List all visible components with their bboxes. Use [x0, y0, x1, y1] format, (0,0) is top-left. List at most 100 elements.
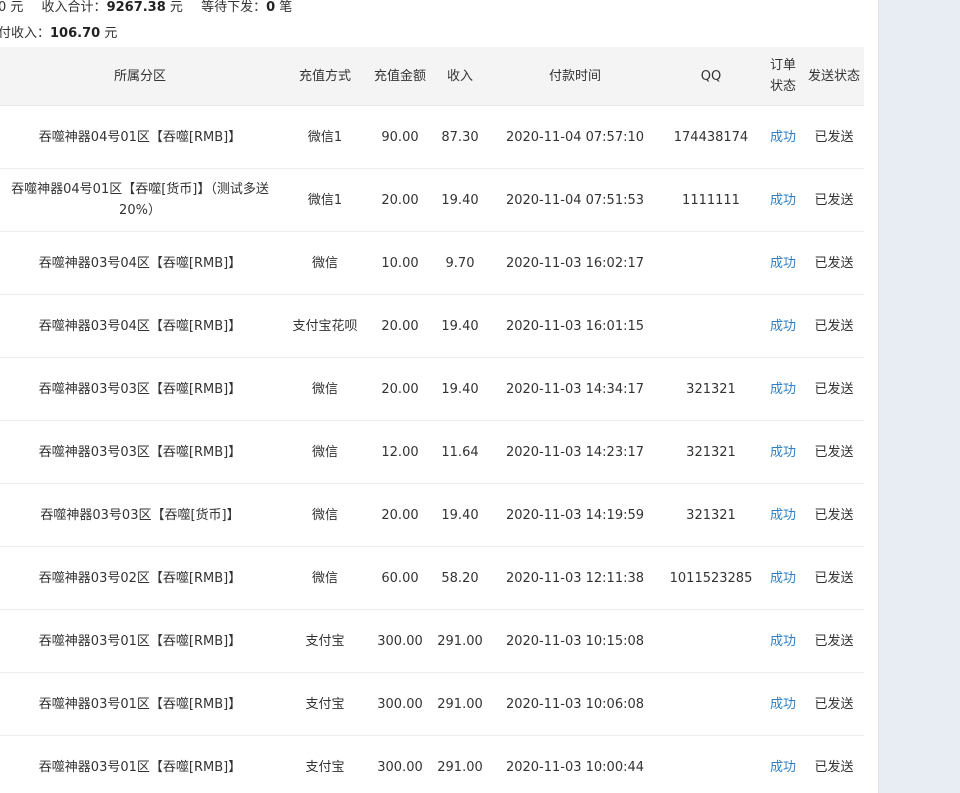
income-total-unit: 元 — [169, 0, 183, 15]
header-time: 付款时间 — [548, 68, 601, 84]
table-row: 吞噬神器03号01区【吞噬[RMB]】 支付宝 300.00 291.00 2020-1… — [0, 610, 864, 673]
header-order-status: 订单状态 — [769, 58, 796, 94]
income-total-label: 收入合计： — [41, 0, 107, 15]
method-cell: 微信1 — [307, 192, 343, 208]
time-cell: 2020-11-04 07:51:53 — [505, 192, 645, 208]
table-row: 吞噬神器03号02区【吞噬[RMB]】 微信 60.00 58.20 2020-11-0… — [0, 547, 864, 610]
income-cell: 19.40 — [441, 318, 479, 334]
order-status-link[interactable]: 成功 — [762, 757, 804, 778]
zone-cell: 吞噬神器03号04区【吞噬[RMB]】 — [38, 255, 242, 271]
table-row: 吞噬神器03号01区【吞噬[RMB]】 支付宝 300.00 291.00 2020-1… — [0, 736, 864, 793]
amount-cell: 20.00 — [381, 318, 419, 334]
header-amount: 充值金额 — [373, 68, 426, 84]
summary-line2-value: 106.70 — [50, 26, 101, 41]
order-status-link[interactable]: 成功 — [762, 127, 804, 148]
qq-cell: 321321 — [686, 381, 736, 397]
table-body: 吞噬神器04号01区【吞噬[RMB]】 微信1 90.00 87.30 2020-11-… — [0, 106, 864, 793]
time-cell: 2020-11-04 07:57:10 — [505, 129, 645, 145]
time-cell: 2020-11-03 14:23:17 — [505, 444, 645, 460]
income-cell: 11.64 — [441, 444, 479, 460]
header-send-status: 发送状态 — [807, 68, 860, 84]
send-status-cell: 已发送 — [814, 318, 854, 334]
summary-line-1: 0 元 收入合计：9267.38 元 等待下发：0 笔 — [0, 0, 292, 18]
right-scroll-panel — [878, 0, 960, 793]
method-cell: 微信 — [311, 444, 338, 460]
method-cell: 支付宝 — [305, 696, 345, 712]
order-status-link[interactable]: 成功 — [762, 190, 804, 211]
method-cell: 微信1 — [307, 129, 343, 145]
time-cell: 2020-11-03 16:02:17 — [505, 255, 645, 271]
summary-line-2: 付收入：106.70 元 — [0, 26, 117, 44]
income-total-value: 9267.38 — [106, 0, 166, 15]
zone-cell: 吞噬神器04号01区【吞噬[货币]】（测试多送20%） — [11, 182, 269, 218]
send-status-cell: 已发送 — [814, 192, 854, 208]
send-status-cell: 已发送 — [814, 381, 854, 397]
method-cell: 支付宝花呗 — [292, 318, 358, 334]
method-cell: 微信 — [311, 570, 338, 586]
table-row: 吞噬神器03号04区【吞噬[RMB]】 微信 10.00 9.70 2020-11-03… — [0, 232, 864, 295]
zone-cell: 吞噬神器03号01区【吞噬[RMB]】 — [38, 696, 242, 712]
income-cell: 58.20 — [441, 570, 479, 586]
order-status-link[interactable]: 成功 — [762, 442, 804, 463]
summary-lead: 0 元 — [0, 0, 24, 15]
summary-line2-unit: 元 — [104, 26, 118, 41]
amount-cell: 300.00 — [377, 696, 423, 712]
qq-cell: 1111111 — [682, 192, 740, 208]
amount-cell: 90.00 — [381, 129, 419, 145]
summary-line2-label: 付收入： — [0, 26, 51, 41]
amount-cell: 10.00 — [381, 255, 419, 271]
table-header: 所属分区 充值方式 充值金额 收入 付款时间 QQ 订单状态 发送状态 — [0, 47, 864, 106]
amount-cell: 300.00 — [377, 759, 423, 775]
income-cell: 291.00 — [437, 696, 483, 712]
zone-cell: 吞噬神器03号03区【吞噬[RMB]】 — [38, 444, 242, 460]
income-cell: 19.40 — [441, 507, 479, 523]
amount-cell: 20.00 — [381, 192, 419, 208]
income-cell: 87.30 — [441, 129, 479, 145]
amount-cell: 300.00 — [377, 633, 423, 649]
time-cell: 2020-11-03 10:06:08 — [505, 696, 645, 712]
time-cell: 2020-11-03 10:15:08 — [505, 633, 645, 649]
send-status-cell: 已发送 — [814, 129, 854, 145]
table-row: 吞噬神器04号01区【吞噬[RMB]】 微信1 90.00 87.30 2020-11-… — [0, 106, 864, 169]
income-cell: 9.70 — [445, 255, 475, 271]
income-cell: 291.00 — [437, 633, 483, 649]
order-status-link[interactable]: 成功 — [762, 631, 804, 652]
zone-cell: 吞噬神器04号01区【吞噬[RMB]】 — [38, 129, 242, 145]
income-cell: 291.00 — [437, 759, 483, 775]
header-zone: 所属分区 — [113, 68, 166, 84]
income-cell: 19.40 — [441, 192, 479, 208]
method-cell: 支付宝 — [305, 633, 345, 649]
time-cell: 2020-11-03 14:34:17 — [505, 381, 645, 397]
method-cell: 微信 — [311, 381, 338, 397]
qq-cell: 321321 — [686, 507, 736, 523]
send-status-cell: 已发送 — [814, 633, 854, 649]
time-cell: 2020-11-03 16:01:15 — [505, 318, 645, 334]
table-row: 吞噬神器03号04区【吞噬[RMB]】 支付宝花呗 20.00 19.40 2020-1… — [0, 295, 864, 358]
amount-cell: 20.00 — [381, 507, 419, 523]
main-content: 0 元 收入合计：9267.38 元 等待下发：0 笔 付收入：106.70 元… — [0, 0, 878, 793]
pending-unit: 笔 — [279, 0, 293, 15]
order-status-link[interactable]: 成功 — [762, 568, 804, 589]
order-status-link[interactable]: 成功 — [762, 379, 804, 400]
amount-cell: 12.00 — [381, 444, 419, 460]
table-row: 吞噬神器03号03区【吞噬[RMB]】 微信 12.00 11.64 2020-11-0… — [0, 421, 864, 484]
table-row: 吞噬神器03号03区【吞噬[RMB]】 微信 20.00 19.40 2020-11-0… — [0, 358, 864, 421]
qq-cell: 1011523285 — [669, 570, 753, 586]
order-status-link[interactable]: 成功 — [762, 253, 804, 274]
order-status-link[interactable]: 成功 — [762, 505, 804, 526]
send-status-cell: 已发送 — [814, 696, 854, 712]
zone-cell: 吞噬神器03号04区【吞噬[RMB]】 — [38, 318, 242, 334]
zone-cell: 吞噬神器03号01区【吞噬[RMB]】 — [38, 759, 242, 775]
order-status-link[interactable]: 成功 — [762, 316, 804, 337]
zone-cell: 吞噬神器03号03区【吞噬[RMB]】 — [38, 381, 242, 397]
amount-cell: 60.00 — [381, 570, 419, 586]
time-cell: 2020-11-03 12:11:38 — [505, 570, 645, 586]
orders-table: 所属分区 充值方式 充值金额 收入 付款时间 QQ 订单状态 发送状态 吞噬神器… — [0, 47, 864, 793]
pending-value: 0 — [266, 0, 276, 15]
pending-label: 等待下发： — [201, 0, 267, 15]
amount-cell: 20.00 — [381, 381, 419, 397]
table-row: 吞噬神器03号03区【吞噬[货币]】 微信 20.00 19.40 2020-11-03… — [0, 484, 864, 547]
time-cell: 2020-11-03 10:00:44 — [505, 759, 645, 775]
order-status-link[interactable]: 成功 — [762, 694, 804, 715]
zone-cell: 吞噬神器03号03区【吞噬[货币]】 — [40, 507, 240, 523]
